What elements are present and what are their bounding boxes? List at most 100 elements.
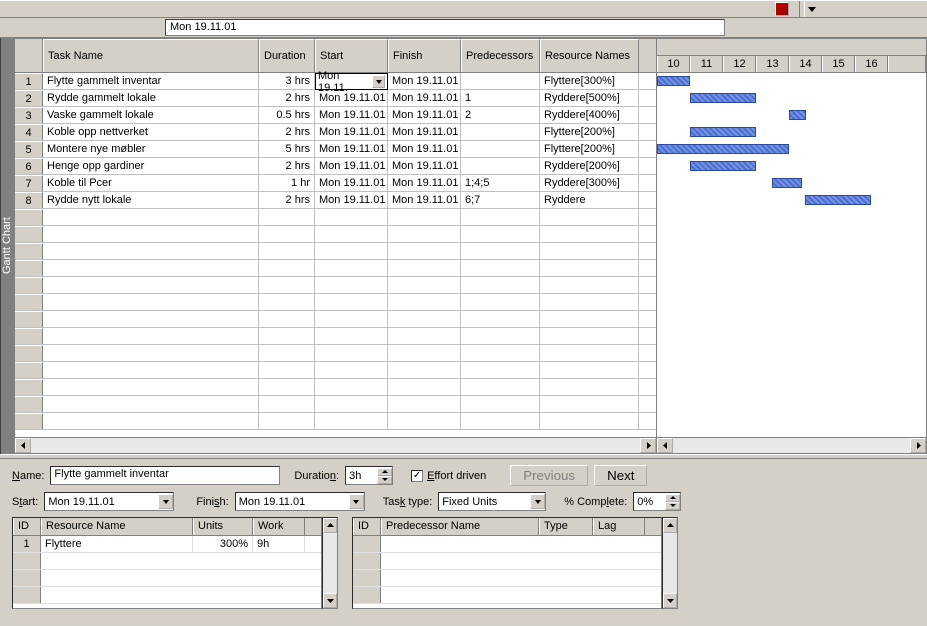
cell-duration[interactable]: 1 hr	[259, 175, 315, 191]
resgrid-col-id[interactable]: ID	[13, 518, 41, 535]
empty-cell[interactable]	[461, 379, 540, 395]
empty-cell[interactable]	[315, 345, 388, 361]
empty-cell[interactable]	[540, 209, 639, 225]
spin-up-icon[interactable]	[377, 468, 392, 476]
cell-resource[interactable]: Flyttere[200%]	[540, 141, 639, 157]
finish-combo[interactable]: Mon 19.11.01	[235, 492, 365, 511]
row-id[interactable]	[15, 362, 43, 378]
gantt-bar[interactable]	[690, 93, 756, 103]
empty-cell[interactable]	[259, 260, 315, 276]
empty-cell[interactable]	[388, 413, 461, 429]
cell-task-name[interactable]: Flytte gammelt inventar	[43, 73, 259, 89]
cell-predecessors[interactable]: 1	[461, 90, 540, 106]
cell-finish[interactable]: Mon 19.11.01	[388, 90, 461, 106]
cell-task-name[interactable]: Montere nye møbler	[43, 141, 259, 157]
cell-predecessors[interactable]: 2	[461, 107, 540, 123]
predgrid-col-name[interactable]: Predecessor Name	[381, 518, 539, 535]
empty-cell[interactable]	[259, 243, 315, 259]
cell-duration[interactable]: 2 hrs	[259, 192, 315, 208]
empty-cell[interactable]	[43, 328, 259, 344]
resgrid-vscroll[interactable]	[322, 517, 338, 609]
col-finish[interactable]: Finish	[388, 39, 461, 72]
dropdown-icon[interactable]	[530, 494, 545, 509]
gantt-bar[interactable]	[789, 110, 806, 120]
empty-cell[interactable]	[315, 277, 388, 293]
empty-cell[interactable]	[259, 362, 315, 378]
empty-cell[interactable]	[540, 260, 639, 276]
row-id[interactable]	[15, 226, 43, 242]
cell-duration[interactable]: 3 hrs	[259, 73, 315, 89]
scroll-down-icon[interactable]	[323, 593, 337, 608]
scroll-up-icon[interactable]	[663, 518, 677, 533]
row-id[interactable]	[15, 413, 43, 429]
spin-up-icon[interactable]	[665, 494, 680, 502]
row-id[interactable]: 3	[15, 107, 43, 123]
resgrid-cell-work[interactable]: 9h	[253, 536, 305, 552]
empty-cell[interactable]	[461, 294, 540, 310]
cell-finish[interactable]: Mon 19.11.01	[388, 73, 461, 89]
cell-start[interactable]: Mon 19.11.01	[315, 107, 388, 123]
empty-cell[interactable]	[540, 345, 639, 361]
empty-cell[interactable]	[43, 413, 259, 429]
empty-cell[interactable]	[315, 260, 388, 276]
empty-cell[interactable]	[259, 396, 315, 412]
cell-start[interactable]: Mon 19.11.01	[315, 192, 388, 208]
row-id[interactable]: 2	[15, 90, 43, 106]
cell-finish[interactable]: Mon 19.11.01	[388, 107, 461, 123]
table-row[interactable]: 7Koble til Pcer1 hrMon 19.11.01Mon 19.11…	[15, 175, 656, 192]
empty-cell[interactable]	[43, 345, 259, 361]
cell-task-name[interactable]: Vaske gammelt lokale	[43, 107, 259, 123]
empty-cell[interactable]	[388, 345, 461, 361]
empty-cell[interactable]	[388, 362, 461, 378]
row-id[interactable]: 8	[15, 192, 43, 208]
grid-header-id[interactable]	[15, 39, 43, 72]
cell-predecessors[interactable]	[461, 124, 540, 140]
cell-start-active[interactable]: Mon 19.11.	[315, 73, 388, 90]
empty-cell[interactable]	[461, 209, 540, 225]
cell-predecessors[interactable]: 6;7	[461, 192, 540, 208]
empty-cell[interactable]	[43, 379, 259, 395]
empty-cell[interactable]	[315, 311, 388, 327]
cell-finish[interactable]: Mon 19.11.01	[388, 141, 461, 157]
table-row[interactable]	[15, 209, 656, 226]
scroll-track[interactable]	[31, 438, 640, 453]
table-row[interactable]	[15, 294, 656, 311]
cell-start[interactable]: Mon 19.11.01	[315, 158, 388, 174]
row-id[interactable]	[15, 396, 43, 412]
cell-resource[interactable]: Flyttere[300%]	[540, 73, 639, 89]
row-id[interactable]	[15, 328, 43, 344]
table-row[interactable]: 3Vaske gammelt lokale0.5 hrsMon 19.11.01…	[15, 107, 656, 124]
duration-input[interactable]: 3h	[345, 466, 393, 485]
gantt-hscroll[interactable]	[657, 437, 926, 453]
resgrid-col-units[interactable]: Units	[193, 518, 253, 535]
empty-cell[interactable]	[259, 328, 315, 344]
cell-start[interactable]: Mon 19.11.01	[315, 141, 388, 157]
cell-predecessors[interactable]	[461, 73, 540, 89]
resgrid-col-name[interactable]: Resource Name	[41, 518, 193, 535]
table-row[interactable]	[15, 328, 656, 345]
empty-cell[interactable]	[461, 260, 540, 276]
empty-cell[interactable]	[388, 209, 461, 225]
resgrid-col-work[interactable]: Work	[253, 518, 305, 535]
date-dropdown-icon[interactable]	[372, 75, 385, 88]
empty-cell[interactable]	[259, 413, 315, 429]
empty-cell[interactable]	[461, 328, 540, 344]
row-id[interactable]	[15, 311, 43, 327]
row-id[interactable]: 5	[15, 141, 43, 157]
next-button[interactable]: Next	[594, 465, 647, 486]
cell-resource[interactable]: Ryddere[300%]	[540, 175, 639, 191]
empty-cell[interactable]	[259, 209, 315, 225]
empty-cell[interactable]	[388, 277, 461, 293]
table-row[interactable]: 8Rydde nytt lokale2 hrsMon 19.11.01Mon 1…	[15, 192, 656, 209]
empty-cell[interactable]	[315, 396, 388, 412]
scroll-down-icon[interactable]	[663, 593, 677, 608]
scroll-left-icon[interactable]	[15, 438, 31, 453]
table-row[interactable]	[15, 413, 656, 430]
col-task-name[interactable]: Task Name	[43, 39, 259, 72]
table-row[interactable]: 2Rydde gammelt lokale2 hrsMon 19.11.01Mo…	[15, 90, 656, 107]
empty-cell[interactable]	[259, 294, 315, 310]
col-start[interactable]: Start	[315, 39, 388, 72]
toolbar-icon[interactable]	[775, 2, 789, 16]
row-id[interactable]: 6	[15, 158, 43, 174]
empty-cell[interactable]	[540, 413, 639, 429]
